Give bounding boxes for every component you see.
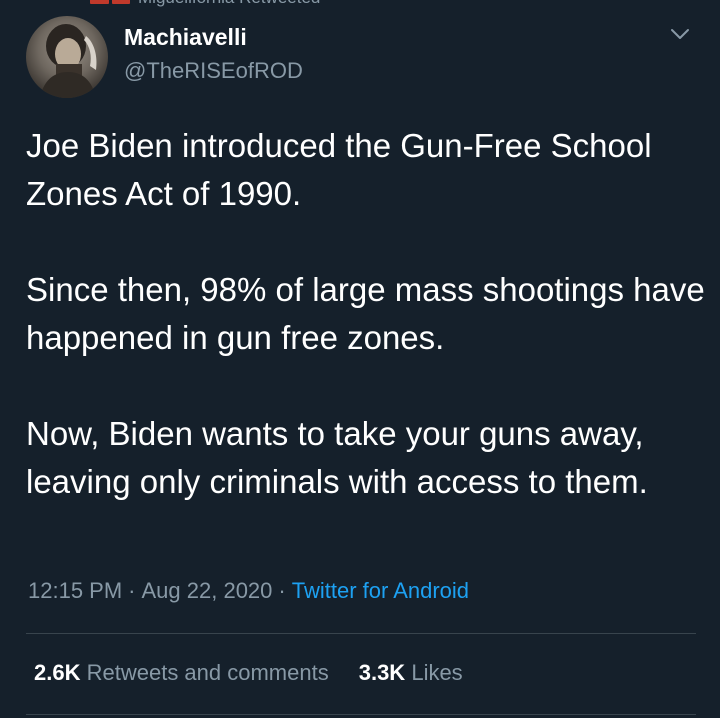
- us-flag-icon: [90, 0, 130, 4]
- tweet-stats: 2.6K Retweets and comments 3.3K Likes: [34, 660, 463, 686]
- tweet-paragraph: Joe Biden introduced the Gun-Free School…: [26, 127, 652, 212]
- retweet-banner-text: Miguelifornia Retweeted: [138, 0, 320, 8]
- tweet-source-link[interactable]: Twitter for Android: [292, 578, 469, 603]
- tweet-text: Joe Biden introduced the Gun-Free School…: [26, 122, 706, 506]
- likes-count: 3.3K: [358, 660, 406, 685]
- retweet-banner[interactable]: Miguelifornia Retweeted: [90, 0, 320, 8]
- likes-stat[interactable]: 3.3K Likes: [359, 660, 463, 686]
- likes-label: Likes: [411, 660, 463, 685]
- tweet-date[interactable]: Aug 22, 2020: [142, 578, 273, 603]
- tweet-time[interactable]: 12:15 PM: [28, 578, 122, 603]
- tweet-paragraph: Since then, 98% of large mass shootings …: [26, 271, 705, 356]
- chevron-down-icon[interactable]: [668, 24, 692, 44]
- retweets-count: 2.6K: [34, 660, 81, 685]
- divider: [26, 714, 696, 715]
- avatar-photo-icon: [40, 24, 97, 98]
- retweets-stat[interactable]: 2.6K Retweets and comments: [34, 660, 329, 686]
- author-handle[interactable]: @TheRISEofROD: [124, 58, 303, 84]
- meta-separator: ·: [128, 578, 136, 603]
- meta-separator: ·: [278, 578, 286, 603]
- tweet-meta: 12:15 PM · Aug 22, 2020 · Twitter for Androi…: [28, 578, 469, 604]
- tweet-paragraph: Now, Biden wants to take your guns away,…: [26, 415, 648, 500]
- author-name[interactable]: Machiavelli: [124, 24, 247, 51]
- retweets-label: Retweets and comments: [86, 660, 329, 685]
- avatar[interactable]: [26, 16, 108, 98]
- divider: [26, 633, 696, 634]
